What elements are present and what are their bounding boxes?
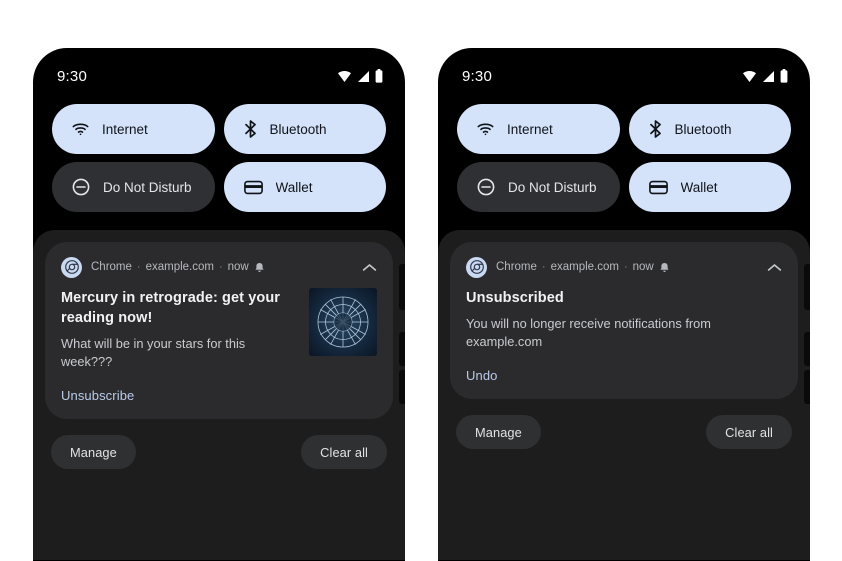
notification-meta: Chrome · example.com · now — [91, 261, 265, 273]
notification-app-name: Chrome — [91, 261, 132, 273]
status-bar-icons — [742, 69, 788, 83]
meta-separator: · — [623, 261, 628, 273]
wifi-icon — [337, 70, 352, 83]
notification-title: Unsubscribed — [466, 290, 564, 306]
do-not-disturb-icon — [72, 178, 90, 196]
zodiac-wheel-image — [309, 288, 377, 356]
quick-tile-do-not-disturb[interactable]: Do Not Disturb — [457, 162, 620, 212]
wallet-icon — [648, 180, 668, 195]
phone-before: 9:30 Internet Bluetooth Do Not Disturb W… — [33, 48, 405, 561]
screenshot-stage: 9:30 Internet Bluetooth Do Not Disturb W… — [0, 0, 842, 561]
quick-tile-label: Do Not Disturb — [103, 179, 192, 195]
cell-signal-icon — [357, 70, 370, 83]
quick-settings-grid: Internet Bluetooth Do Not Disturb Wallet — [438, 104, 810, 212]
notification-card[interactable]: Chrome · example.com · now — [45, 242, 393, 420]
bluetooth-icon — [649, 120, 662, 138]
quick-tile-internet[interactable]: Internet — [457, 104, 620, 154]
volume-down-button[interactable] — [399, 370, 405, 404]
quick-tile-do-not-disturb[interactable]: Do Not Disturb — [52, 162, 215, 212]
wifi-icon — [72, 122, 89, 136]
notification-title: Mercury in retrograde: get your reading … — [61, 290, 281, 326]
do-not-disturb-icon — [477, 178, 495, 196]
notification-meta: Chrome · example.com · now — [496, 261, 670, 273]
quick-tile-label: Internet — [507, 121, 553, 137]
notification-header: Chrome · example.com · now — [466, 256, 782, 278]
status-bar: 9:30 — [438, 48, 810, 104]
battery-icon — [375, 69, 383, 83]
notification-body: Unsubscribed You will no longer receive … — [466, 288, 782, 351]
notification-app-name: Chrome — [496, 261, 537, 273]
quick-tile-label: Wallet — [275, 179, 313, 195]
clear-all-button[interactable]: Clear all — [706, 415, 792, 450]
volume-up-button[interactable] — [399, 332, 405, 366]
notification-message: What will be in your stars for this week… — [61, 336, 246, 370]
notification-source: example.com — [145, 261, 214, 273]
wifi-icon — [742, 70, 757, 83]
manage-button[interactable]: Manage — [456, 415, 541, 450]
shade-actions: Manage Clear all — [45, 419, 393, 470]
notification-header: Chrome · example.com · now — [61, 256, 377, 278]
wifi-icon — [477, 122, 494, 136]
notification-text: Mercury in retrograde: get your reading … — [61, 288, 295, 371]
volume-down-button[interactable] — [804, 370, 810, 404]
notification-text: Unsubscribed You will no longer receive … — [466, 288, 782, 351]
notification-source: example.com — [550, 261, 619, 273]
cell-signal-icon — [762, 70, 775, 83]
status-bar: 9:30 — [33, 48, 405, 104]
meta-separator: · — [541, 261, 546, 273]
quick-tile-bluetooth[interactable]: Bluetooth — [223, 104, 386, 154]
bluetooth-icon — [244, 120, 257, 138]
status-bar-icons — [337, 69, 383, 83]
status-bar-clock: 9:30 — [57, 67, 87, 85]
power-button[interactable] — [399, 264, 405, 310]
chevron-up-icon[interactable] — [767, 263, 782, 272]
notification-shade: Chrome · example.com · now — [438, 230, 810, 560]
battery-icon — [780, 69, 788, 83]
notification-action-undo[interactable]: Undo — [466, 368, 782, 383]
quick-settings-grid: Internet Bluetooth Do Not Disturb Wallet — [33, 104, 405, 212]
notification-time: now — [632, 261, 654, 273]
notification-action-unsubscribe[interactable]: Unsubscribe — [61, 388, 377, 403]
status-bar-clock: 9:30 — [462, 67, 492, 85]
bell-icon — [254, 262, 265, 273]
notification-shade: Chrome · example.com · now — [33, 230, 405, 560]
notification-message: You will no longer receive notifications… — [466, 316, 711, 350]
chevron-up-icon[interactable] — [362, 263, 377, 272]
manage-button[interactable]: Manage — [51, 435, 136, 470]
clear-all-button[interactable]: Clear all — [301, 435, 387, 470]
quick-tile-label: Internet — [102, 121, 148, 137]
meta-separator: · — [136, 261, 141, 273]
quick-tile-wallet[interactable]: Wallet — [223, 162, 386, 212]
phone-after: 9:30 Internet Bluetooth Do Not Disturb W… — [438, 48, 810, 561]
quick-tile-label: Bluetooth — [269, 121, 327, 137]
notification-body: Mercury in retrograde: get your reading … — [61, 288, 377, 371]
meta-separator: · — [218, 261, 223, 273]
chrome-icon — [61, 256, 82, 278]
notification-time: now — [227, 261, 249, 273]
quick-tile-internet[interactable]: Internet — [52, 104, 215, 154]
notification-card[interactable]: Chrome · example.com · now — [450, 242, 798, 400]
quick-tile-label: Do Not Disturb — [508, 179, 597, 195]
wallet-icon — [243, 180, 263, 195]
bell-icon — [659, 262, 670, 273]
quick-tile-label: Bluetooth — [674, 121, 732, 137]
volume-up-button[interactable] — [804, 332, 810, 366]
quick-tile-label: Wallet — [680, 179, 718, 195]
quick-tile-wallet[interactable]: Wallet — [628, 162, 791, 212]
power-button[interactable] — [804, 264, 810, 310]
chrome-icon — [466, 256, 487, 278]
shade-actions: Manage Clear all — [450, 399, 798, 450]
quick-tile-bluetooth[interactable]: Bluetooth — [628, 104, 791, 154]
